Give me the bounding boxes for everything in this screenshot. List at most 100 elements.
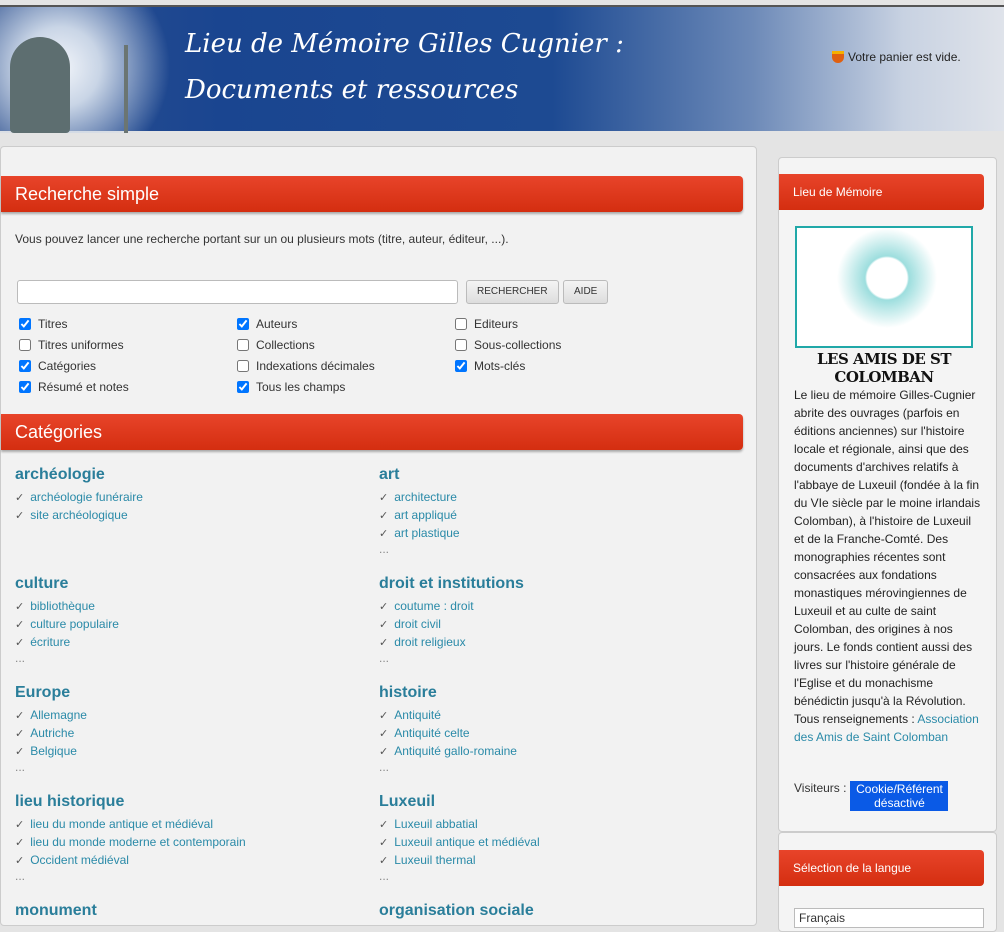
search-option-checkbox[interactable]: Titres uniformes <box>19 338 124 352</box>
check-icon: ✓ <box>15 636 25 649</box>
subcategory-link[interactable]: ✓ Autriche <box>15 724 355 742</box>
search-option-checkbox[interactable]: Tous les champs <box>237 380 345 394</box>
category-group: monument <box>15 902 355 924</box>
language-select[interactable]: Français <box>794 908 984 928</box>
search-option-checkbox[interactable]: Résumé et notes <box>19 380 129 394</box>
subcategory-link[interactable]: ✓ art plastique <box>379 524 719 542</box>
check-icon: ✓ <box>379 509 389 522</box>
category-title[interactable]: droit et institutions <box>379 575 719 593</box>
check-icon: ✓ <box>15 836 25 849</box>
more-link[interactable]: ... <box>379 760 719 778</box>
cart-text: Votre panier est vide. <box>848 50 961 64</box>
category-group: lieu historique ✓ lieu du monde antique et… <box>15 793 355 887</box>
check-icon: ✓ <box>379 818 389 831</box>
sidebar-description: Le lieu de mémoire Gilles-Cugnier abrite… <box>794 388 981 744</box>
subcategory-link[interactable]: ✓ Belgique <box>15 742 355 760</box>
search-option-checkbox[interactable]: Sous-collections <box>455 338 561 352</box>
category-group: art ✓ architecture ✓ art appliqué ✓ art plasti… <box>379 466 719 560</box>
more-link[interactable]: ... <box>379 651 719 669</box>
category-title[interactable]: histoire <box>379 684 719 702</box>
subcategory-link[interactable]: ✓ droit religieux <box>379 633 719 651</box>
search-option-checkbox[interactable]: Collections <box>237 338 315 352</box>
statue-image <box>0 7 170 133</box>
more-link[interactable]: ... <box>15 651 355 669</box>
check-icon: ✓ <box>15 727 25 740</box>
subcategory-link[interactable]: ✓ culture populaire <box>15 615 355 633</box>
subcategory-link[interactable]: ✓ art appliqué <box>379 506 719 524</box>
visitors-badge: Cookie/Référent désactivé <box>850 781 949 811</box>
subcategory-link[interactable]: ✓ Luxeuil antique et médiéval <box>379 833 719 851</box>
check-icon: ✓ <box>379 491 389 504</box>
categories-heading: Catégories <box>1 414 743 450</box>
subcategory-link[interactable]: ✓ Luxeuil abbatial <box>379 815 719 833</box>
more-link[interactable]: ... <box>379 542 719 560</box>
subcategory-link[interactable]: ✓ droit civil <box>379 615 719 633</box>
category-title[interactable]: Europe <box>15 684 355 702</box>
category-group: Luxeuil ✓ Luxeuil abbatial ✓ Luxeuil antique… <box>379 793 719 887</box>
check-icon: ✓ <box>15 509 25 522</box>
language-heading: Sélection de la langue <box>779 850 984 886</box>
check-icon: ✓ <box>379 854 389 867</box>
visitors-label: Visiteurs : <box>794 781 847 795</box>
search-option-checkbox[interactable]: Indexations décimales <box>237 359 375 373</box>
search-intro: Vous pouvez lancer une recherche portant… <box>15 232 509 246</box>
check-icon: ✓ <box>15 600 25 613</box>
category-title[interactable]: culture <box>15 575 355 593</box>
more-link[interactable]: ... <box>15 760 355 778</box>
check-icon: ✓ <box>15 618 25 631</box>
category-group: Europe ✓ Allemagne ✓ Autriche ✓ Belgique... <box>15 684 355 778</box>
subcategory-link[interactable]: ✓ bibliothèque <box>15 597 355 615</box>
check-icon: ✓ <box>15 854 25 867</box>
check-icon: ✓ <box>379 709 389 722</box>
category-group: culture ✓ bibliothèque ✓ culture populaire ✓ é… <box>15 575 355 669</box>
search-option-checkbox[interactable]: Auteurs <box>237 317 297 331</box>
visitors: Visiteurs : Cookie/Référent désactivé <box>794 781 949 811</box>
category-group: droit et institutions ✓ coutume : droit ✓ dr… <box>379 575 719 669</box>
search-heading: Recherche simple <box>1 176 743 212</box>
main-panel: Recherche simple Vous pouvez lancer une … <box>0 146 757 926</box>
category-title[interactable]: monument <box>15 902 355 920</box>
category-title[interactable]: archéologie <box>15 466 355 484</box>
more-link[interactable]: ... <box>15 869 355 887</box>
site-title-line1: Lieu de Mémoire Gilles Cugnier : <box>185 29 624 59</box>
sidebar-memoire: Lieu de Mémoire LES AMIS DE ST COLOMBAN … <box>778 157 997 832</box>
sidebar-heading: Lieu de Mémoire <box>779 174 984 210</box>
search-button[interactable]: RECHERCHER <box>466 280 559 304</box>
category-title[interactable]: organisation sociale <box>379 902 719 920</box>
subcategory-link[interactable]: ✓ Antiquité gallo-romaine <box>379 742 719 760</box>
search-option-checkbox[interactable]: Catégories <box>19 359 96 373</box>
subcategory-link[interactable]: ✓ lieu du monde antique et médiéval <box>15 815 355 833</box>
category-group: organisation sociale <box>379 902 719 924</box>
subcategory-link[interactable]: ✓ coutume : droit <box>379 597 719 615</box>
category-group: archéologie ✓ archéologie funéraire ✓ site a… <box>15 466 355 524</box>
check-icon: ✓ <box>15 745 25 758</box>
subcategory-link[interactable]: ✓ écriture <box>15 633 355 651</box>
help-button[interactable]: AIDE <box>563 280 609 304</box>
search-input[interactable] <box>17 280 458 304</box>
subcategory-link[interactable]: ✓ site archéologique <box>15 506 355 524</box>
category-title[interactable]: Luxeuil <box>379 793 719 811</box>
search-option-checkbox[interactable]: Editeurs <box>455 317 518 331</box>
subcategory-link[interactable]: ✓ Occident médiéval <box>15 851 355 869</box>
subcategory-link[interactable]: ✓ Antiquité <box>379 706 719 724</box>
check-icon: ✓ <box>379 727 389 740</box>
subcategory-link[interactable]: ✓ architecture <box>379 488 719 506</box>
check-icon: ✓ <box>15 709 25 722</box>
check-icon: ✓ <box>379 836 389 849</box>
category-title[interactable]: lieu historique <box>15 793 355 811</box>
category-title[interactable]: art <box>379 466 719 484</box>
subcategory-link[interactable]: ✓ archéologie funéraire <box>15 488 355 506</box>
search-option-checkbox[interactable]: Titres <box>19 317 68 331</box>
site-banner: Lieu de Mémoire Gilles Cugnier : Documen… <box>0 5 1004 133</box>
site-title-line2: Documents et ressources <box>185 75 519 105</box>
cart-status[interactable]: Votre panier est vide. <box>832 50 961 64</box>
check-icon: ✓ <box>15 491 25 504</box>
subcategory-link[interactable]: ✓ Antiquité celte <box>379 724 719 742</box>
check-icon: ✓ <box>379 527 389 540</box>
subcategory-link[interactable]: ✓ Allemagne <box>15 706 355 724</box>
subcategory-link[interactable]: ✓ Luxeuil thermal <box>379 851 719 869</box>
check-icon: ✓ <box>379 618 389 631</box>
subcategory-link[interactable]: ✓ lieu du monde moderne et contemporain <box>15 833 355 851</box>
more-link[interactable]: ... <box>379 869 719 887</box>
search-option-checkbox[interactable]: Mots-clés <box>455 359 525 373</box>
